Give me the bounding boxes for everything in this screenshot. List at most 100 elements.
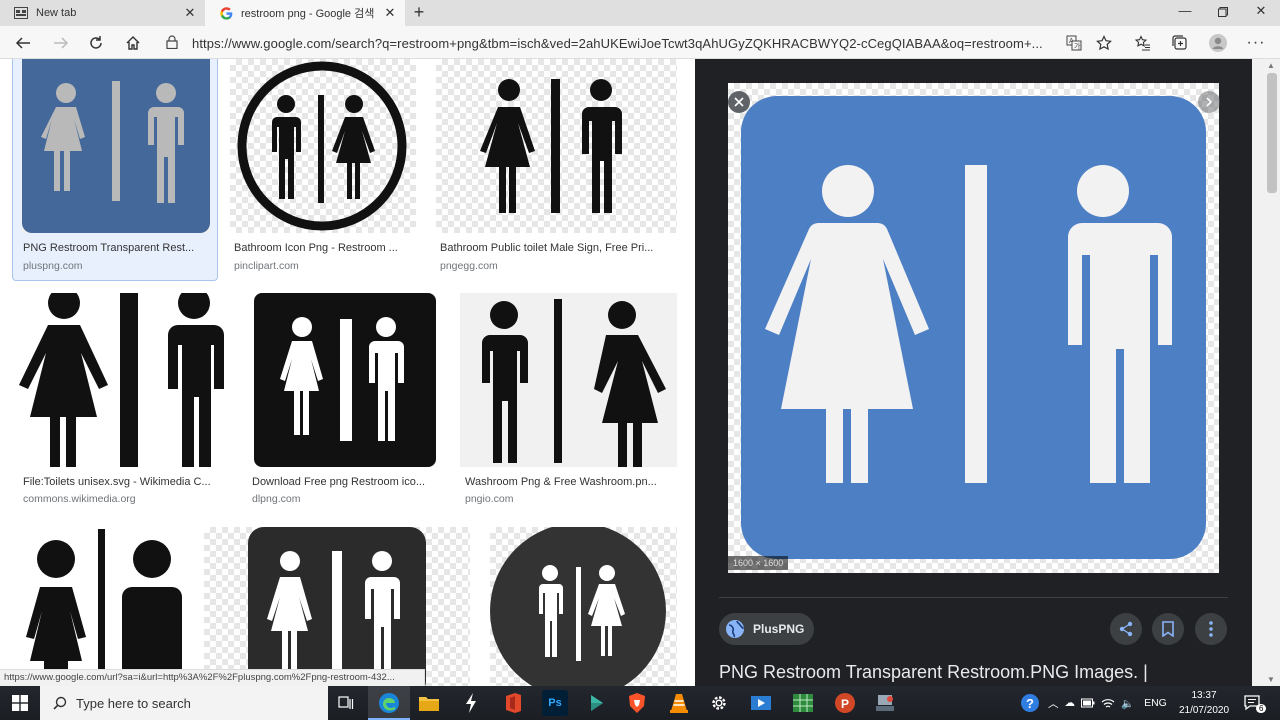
- restroom-sign-image: [490, 527, 666, 686]
- brave-browser-icon[interactable]: [624, 690, 650, 716]
- media-app-icon[interactable]: [584, 690, 610, 716]
- result-title[interactable]: Washroom Png & Free Washroom.pn...: [465, 476, 675, 488]
- maximize-button[interactable]: [1204, 0, 1242, 26]
- tab-title: New tab: [36, 7, 77, 19]
- taskbar-search[interactable]: Type here to search: [40, 686, 328, 720]
- battery-icon[interactable]: [1081, 698, 1095, 708]
- result-source: commons.wikimedia.org: [23, 493, 136, 505]
- notification-center-button[interactable]: 6: [1244, 686, 1267, 720]
- globe-icon: [726, 620, 744, 638]
- translate-icon: A가: [1066, 35, 1082, 51]
- translate-button[interactable]: A가: [1061, 30, 1087, 56]
- bookmark-icon: [1162, 621, 1174, 637]
- result-thumbnail[interactable]: [460, 293, 677, 467]
- powerpoint-icon[interactable]: P: [832, 690, 858, 716]
- restroom-sign-image: [19, 293, 224, 467]
- restroom-sign-image: [254, 293, 436, 467]
- tab-title: restroom png - Google 검색: [241, 8, 375, 20]
- close-tab-icon[interactable]: ✕: [183, 5, 197, 21]
- result-thumbnail[interactable]: [204, 527, 470, 686]
- result-source: pinclipart.com: [234, 260, 299, 272]
- photoshop-icon[interactable]: Ps: [542, 690, 568, 716]
- page-scrollbar[interactable]: ▲ ▼: [1252, 59, 1280, 686]
- refresh-icon: [90, 36, 102, 49]
- network-app-icon[interactable]: [872, 690, 898, 716]
- share-button[interactable]: [1110, 613, 1142, 645]
- spreadsheet-app-icon[interactable]: [790, 690, 816, 716]
- result-source: dlpng.com: [252, 493, 301, 505]
- source-site-name: PlusPNG: [753, 622, 805, 636]
- start-button[interactable]: [0, 686, 40, 720]
- result-title[interactable]: Bathroom Icon Png - Restroom ...: [234, 242, 412, 254]
- next-image-button[interactable]: [1198, 91, 1220, 113]
- close-tab-icon[interactable]: ✕: [383, 5, 397, 21]
- home-icon: [126, 36, 140, 50]
- result-thumbnail[interactable]: [254, 293, 436, 467]
- lightning-app-icon[interactable]: [458, 690, 484, 716]
- restroom-sign-image: [237, 61, 407, 231]
- back-button[interactable]: [10, 30, 36, 56]
- result-title[interactable]: File:Toilets unisex.svg - Wikimedia C...: [23, 476, 228, 488]
- more-options-button[interactable]: [1195, 613, 1227, 645]
- svg-text:?: ?: [1026, 696, 1034, 711]
- edge-icon[interactable]: [376, 690, 402, 716]
- divider: [719, 597, 1228, 598]
- result-thumbnail[interactable]: [18, 527, 184, 686]
- screen-record-icon[interactable]: [748, 690, 774, 716]
- source-site-chip[interactable]: PlusPNG: [719, 613, 815, 645]
- tab-new-tab[interactable]: New tab ✕: [0, 0, 205, 26]
- scroll-up-icon[interactable]: ▲: [1267, 61, 1275, 70]
- file-explorer-icon[interactable]: [416, 690, 442, 716]
- help-icon[interactable]: ?: [1020, 693, 1040, 713]
- collections-button[interactable]: [1167, 30, 1193, 56]
- chevron-up-icon[interactable]: ︿: [1048, 696, 1059, 711]
- vlc-icon[interactable]: [666, 690, 692, 716]
- result-title[interactable]: Bathroom Public toilet Male Sign, Free P…: [440, 242, 672, 254]
- image-results-grid: PNG Restroom Transparent Rest... pluspng…: [0, 59, 695, 686]
- forward-button[interactable]: [48, 30, 74, 56]
- volume-icon[interactable]: 🔈: [1121, 697, 1134, 710]
- settings-gear-icon[interactable]: [706, 690, 732, 716]
- result-thumbnail[interactable]: [18, 293, 230, 467]
- office-app-icon[interactable]: [500, 690, 526, 716]
- collections-icon: [1172, 35, 1187, 50]
- image-preview-panel: 1600 × 1600 PlusPNG PNG Restroom Transpa…: [695, 59, 1252, 686]
- result-thumbnail[interactable]: [436, 59, 677, 233]
- notification-count: 6: [1256, 703, 1267, 713]
- task-view-icon[interactable]: [333, 690, 359, 716]
- svg-text:가: 가: [1074, 42, 1081, 51]
- restroom-sign-image: [248, 527, 426, 686]
- favorites-button[interactable]: [1130, 30, 1156, 56]
- result-title[interactable]: PNG Restroom Transparent Rest...: [23, 242, 208, 254]
- settings-menu-button[interactable]: ···: [1243, 30, 1269, 56]
- language-indicator[interactable]: ENG: [1144, 697, 1167, 709]
- system-clock[interactable]: 13:37 21/07/2020: [1172, 688, 1236, 718]
- preview-image[interactable]: [728, 83, 1219, 573]
- favorite-button[interactable]: [1091, 30, 1117, 56]
- result-thumbnail[interactable]: [22, 59, 210, 233]
- scrollbar-thumb[interactable]: [1267, 73, 1277, 193]
- onedrive-icon[interactable]: ☁: [1065, 697, 1076, 709]
- refresh-button[interactable]: [83, 30, 109, 56]
- avatar: [1209, 34, 1227, 52]
- forward-arrow-icon: [54, 37, 69, 49]
- result-title[interactable]: Download Free png Restroom ico...: [252, 476, 438, 488]
- tab-google-search[interactable]: restroom png - Google 검색 ✕: [205, 0, 405, 26]
- save-button[interactable]: [1152, 613, 1184, 645]
- result-thumbnail[interactable]: [490, 527, 677, 686]
- lock-icon: [166, 34, 180, 52]
- minimize-button[interactable]: —: [1166, 0, 1204, 26]
- scroll-down-icon[interactable]: ▼: [1267, 675, 1275, 684]
- close-preview-button[interactable]: [728, 91, 750, 113]
- home-button[interactable]: [120, 30, 146, 56]
- wifi-icon[interactable]: [1101, 697, 1115, 709]
- result-source: pluspng.com: [23, 260, 83, 272]
- close-window-button[interactable]: ✕: [1242, 0, 1280, 26]
- result-thumbnail[interactable]: [230, 59, 416, 233]
- result-source: pngegg.com: [440, 260, 498, 272]
- url-field[interactable]: https://www.google.com/search?q=restroom…: [160, 30, 1060, 56]
- profile-button[interactable]: [1205, 30, 1231, 56]
- new-tab-button[interactable]: +: [408, 2, 430, 24]
- clock-date: 21/07/2020: [1178, 705, 1230, 716]
- preview-title[interactable]: PNG Restroom Transparent Restroom.PNG Im…: [719, 662, 1239, 683]
